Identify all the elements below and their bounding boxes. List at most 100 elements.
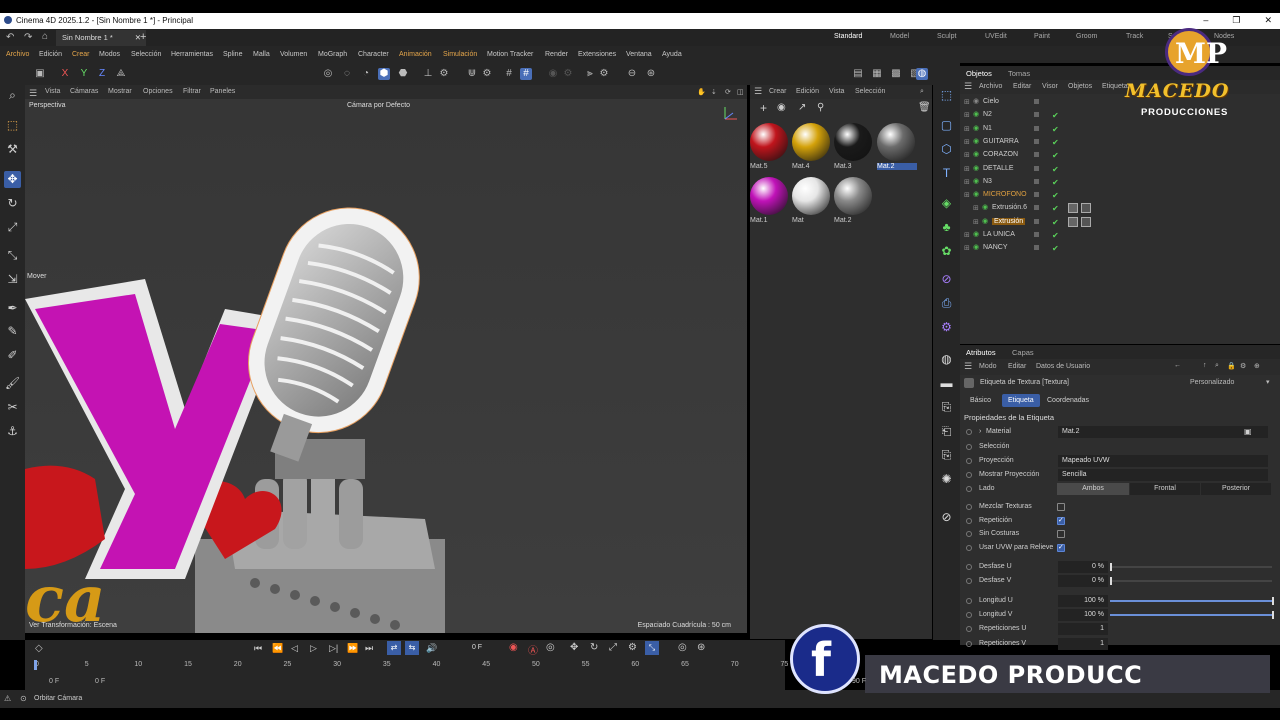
seleccion-field[interactable] <box>1058 441 1268 453</box>
quantize-icon[interactable]: ◉ <box>547 68 559 80</box>
playhead[interactable] <box>34 660 37 670</box>
scale-key-icon[interactable]: ⤢ <box>609 642 617 653</box>
range-icon[interactable]: ⇆ <box>405 641 419 655</box>
numeric-field[interactable]: 1 <box>1058 638 1108 650</box>
keyframe-icon[interactable] <box>966 531 972 537</box>
slider-handle[interactable] <box>1272 611 1274 619</box>
minimize-button[interactable]: – <box>1203 15 1208 26</box>
new-tab-icon[interactable]: + <box>140 31 146 43</box>
layer-swatch[interactable] <box>1034 192 1039 198</box>
keyframe-icon[interactable] <box>966 504 972 510</box>
search-icon[interactable]: ⌕ <box>4 87 21 104</box>
material-swatch[interactable]: Mat.5 <box>750 123 790 170</box>
keyframe-icon[interactable] <box>966 517 972 524</box>
prev-key-icon[interactable]: ⏪ <box>272 643 283 654</box>
prev-frame-icon[interactable]: ◁ <box>291 643 298 654</box>
layout-tab-standard[interactable]: Standard <box>834 33 862 40</box>
tab-objetos[interactable]: Objetos <box>966 69 992 78</box>
position-key-icon[interactable]: ✥ <box>570 642 578 653</box>
add-material-icon[interactable]: + <box>760 101 767 115</box>
material-swatch[interactable]: Mat.1 <box>750 177 790 224</box>
enabled-check-icon[interactable]: ✔ <box>1052 125 1059 134</box>
attr-settings-icon[interactable]: ⚙ <box>1240 362 1246 370</box>
loop-icon[interactable]: ⇄ <box>387 641 401 655</box>
tab-atributos[interactable]: Atributos <box>966 348 996 357</box>
material-swatch[interactable]: Mat.3 <box>834 123 874 170</box>
back-arrow-icon[interactable]: ← <box>1174 362 1181 369</box>
attributes-menu-editar[interactable]: Editar <box>1008 363 1026 370</box>
lado-posterior-button[interactable]: Posterior <box>1201 483 1271 495</box>
material-search-icon[interactable]: ⌕ <box>920 88 924 96</box>
viewport-menu-camaras[interactable]: Cámaras <box>70 88 98 95</box>
symmetry-settings-icon[interactable]: ⚙ <box>598 68 610 80</box>
numeric-field[interactable]: 100 % <box>1058 595 1108 607</box>
attributes-menu-modo[interactable]: Modo <box>979 363 997 370</box>
tweak-tool-icon[interactable]: ⚒ <box>4 141 21 158</box>
numeric-field[interactable]: 1 <box>1058 623 1108 635</box>
menu-item-17[interactable]: Ayuda <box>662 51 682 58</box>
objects-menu-editar[interactable]: Editar <box>1013 83 1031 90</box>
layout-tab-uvedit[interactable]: UVEdit <box>985 33 1007 40</box>
go-start-icon[interactable]: ⏮ <box>254 643 262 654</box>
material-menu-edicion[interactable]: Edición <box>796 88 819 95</box>
objects-menu-visor[interactable]: Visor <box>1042 83 1058 90</box>
subtab-coordenadas[interactable]: Coordenadas <box>1047 397 1089 404</box>
z-axis-icon[interactable]: Z <box>96 68 108 80</box>
objects-menu-icon[interactable]: ☰ <box>964 81 972 92</box>
placement-tool-icon[interactable]: ⇲ <box>4 271 21 288</box>
texture-tag-icon[interactable] <box>1068 203 1078 214</box>
cube-icon[interactable]: ▢ <box>938 117 955 134</box>
value-slider[interactable] <box>1110 611 1274 619</box>
proyeccion-dropdown[interactable]: Mapeado UVW <box>1058 455 1268 467</box>
menu-item-15[interactable]: Extensiones <box>578 51 616 58</box>
next-frame-icon[interactable]: ▷| <box>329 643 338 654</box>
preset-chevron-icon[interactable]: ▾ <box>1266 378 1270 386</box>
keyframe-icon[interactable] <box>966 544 972 551</box>
timeline-settings-icon[interactable]: ⊛ <box>697 642 705 653</box>
visibility-icon[interactable]: ⊛ <box>645 68 657 80</box>
expand-icon[interactable]: ⊞ <box>964 151 970 159</box>
generator-icon[interactable]: ◈ <box>938 195 955 212</box>
spline-pen-icon[interactable]: ✒ <box>4 300 21 317</box>
redshift-icon[interactable]: ◍ <box>916 68 928 80</box>
value-slider[interactable] <box>1110 563 1272 571</box>
object-row[interactable]: ⊞ ◉ Extrusión ✔ <box>960 216 1280 229</box>
layer-swatch[interactable] <box>1034 138 1039 144</box>
attributes-menu-icon[interactable]: ☰ <box>964 361 972 372</box>
transform-tool-icon[interactable]: ⤡ <box>4 247 21 264</box>
layout-tab-model[interactable]: Model <box>890 33 909 40</box>
live-selection-icon[interactable]: ⬚ <box>4 117 21 134</box>
3d-viewport[interactable]: ca Perspectiva Cámara por Defecto Mover … <box>25 99 747 633</box>
layout-tab-paint[interactable]: Paint <box>1034 33 1050 40</box>
enabled-check-icon[interactable]: ✔ <box>1052 191 1059 200</box>
points-mode-icon[interactable]: ◌ <box>341 68 353 80</box>
current-frame-field[interactable]: 0 F <box>463 644 491 651</box>
material-preview-icon[interactable]: ◉ <box>777 102 786 113</box>
material-menu-vista[interactable]: Vista <box>829 88 844 95</box>
render-view-icon[interactable]: ▦ <box>871 68 883 80</box>
material-menu-crear[interactable]: Crear <box>769 88 787 95</box>
menu-item-2[interactable]: Crear <box>72 51 90 58</box>
isolation-icon[interactable]: ⊖ <box>626 68 638 80</box>
sound-icon[interactable]: 🔊 <box>426 643 437 654</box>
object-row[interactable]: ⊞ ◉ MICROFONO ✔ <box>960 189 1280 202</box>
scene-icon[interactable]: ⎗ <box>938 423 955 440</box>
axis-mode-icon[interactable]: ⊥ <box>422 68 434 80</box>
lado-ambos-button[interactable]: Ambos <box>1057 483 1129 495</box>
expand-chevron-icon[interactable]: › <box>979 428 981 435</box>
menu-item-3[interactable]: Modos <box>99 51 120 58</box>
layer-swatch[interactable] <box>1034 218 1039 224</box>
keyframe-icon[interactable] <box>966 626 972 632</box>
viewport-menu-opciones[interactable]: Opciones <box>143 88 173 95</box>
document-tab[interactable]: Sin Nombre 1 * ✕ <box>56 30 146 46</box>
viewport-menu-mostrar[interactable]: Mostrar <box>108 88 132 95</box>
up-arrow-icon[interactable]: ↑ <box>1203 362 1207 369</box>
keyframe-icon[interactable] <box>966 598 972 604</box>
expand-icon[interactable]: ⊞ <box>964 165 970 173</box>
viewport-menu-icon[interactable]: ☰ <box>29 88 37 99</box>
grid-snap-icon[interactable]: # <box>503 68 515 80</box>
viewport-menu-paneles[interactable]: Paneles <box>210 88 235 95</box>
layer-swatch[interactable] <box>1034 205 1039 211</box>
material-tag-icon[interactable] <box>1081 203 1091 214</box>
expand-icon[interactable]: ⊞ <box>964 178 970 186</box>
